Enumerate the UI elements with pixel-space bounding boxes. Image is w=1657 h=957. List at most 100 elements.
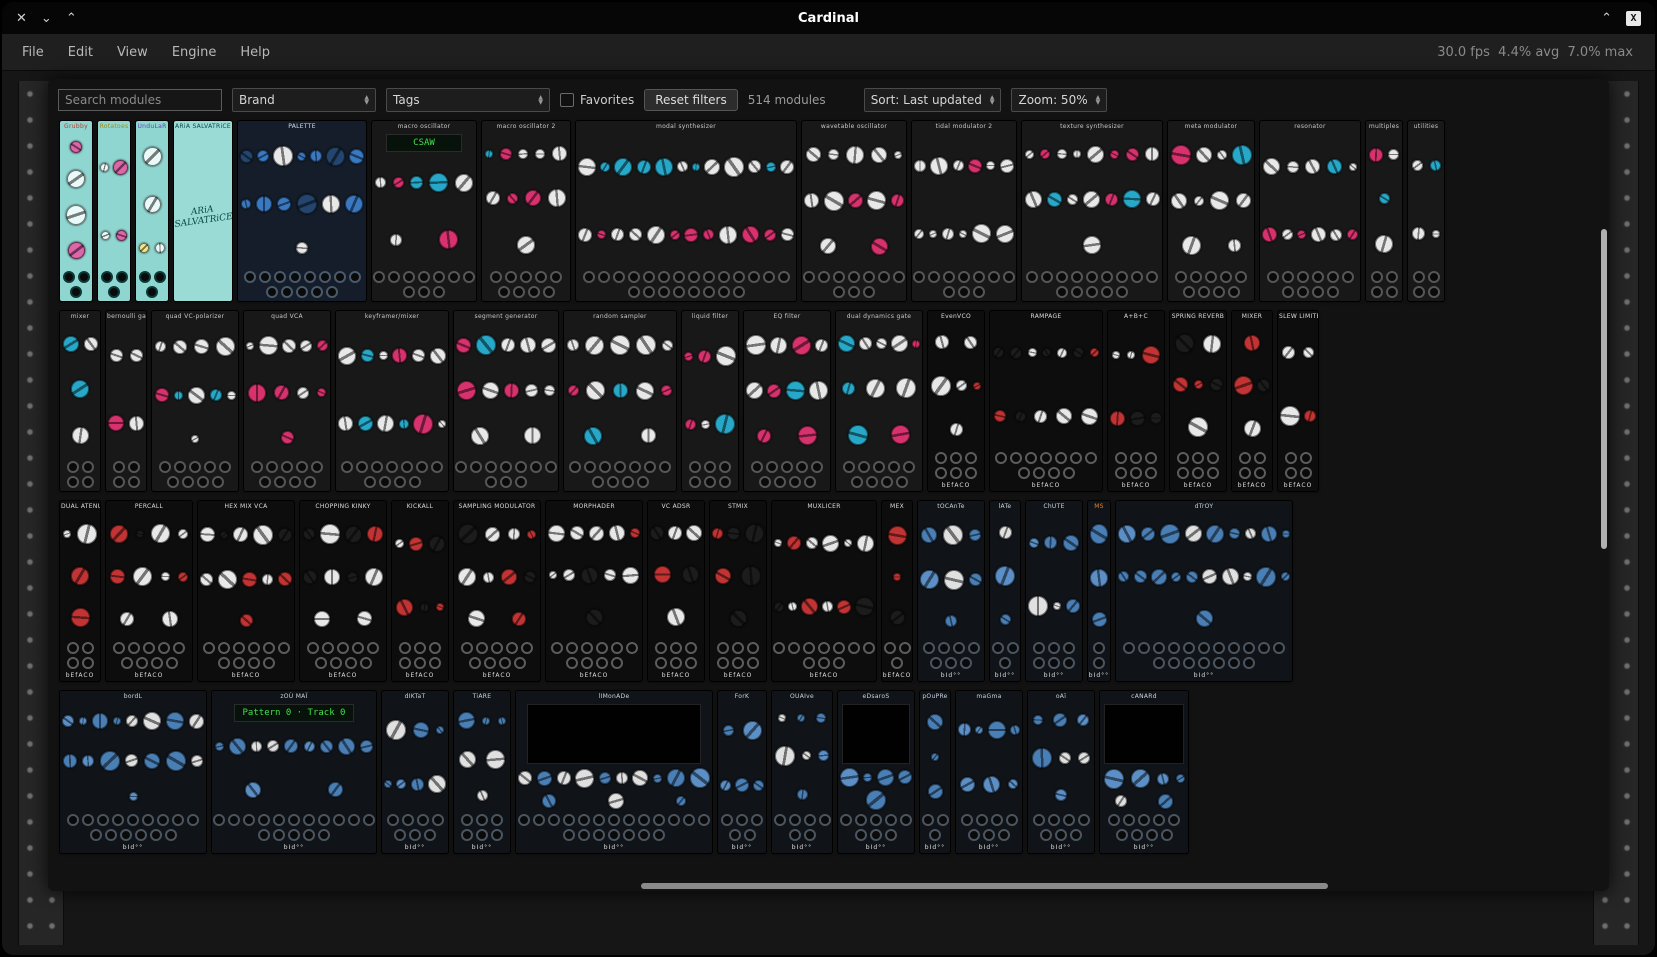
jack <box>364 476 376 488</box>
module-card[interactable]: quad VCA <box>244 311 330 491</box>
module-card[interactable]: bordLbId°° <box>60 691 206 853</box>
module-card[interactable]: liquid filter <box>682 311 738 491</box>
module-card[interactable]: EQ filter <box>744 311 830 491</box>
window-maximize-icon[interactable]: ⌃ <box>66 12 77 25</box>
knob <box>166 712 184 730</box>
sort-select[interactable]: Sort: Last updated ▲▼ <box>864 88 1002 112</box>
module-card[interactable]: ForKbId°° <box>718 691 766 853</box>
vertical-scrollbar[interactable] <box>1599 79 1609 891</box>
knob <box>629 228 642 241</box>
zoom-select[interactable]: Zoom: 50% ▲▼ <box>1011 88 1107 112</box>
module-card[interactable]: PERCALLbEfACO <box>106 501 192 681</box>
module-card[interactable]: PALETTE <box>238 121 366 301</box>
module-card[interactable]: dIKTaTbId°° <box>382 691 448 853</box>
module-card[interactable]: SAMPLING MODULATORbEfACO <box>454 501 540 681</box>
module-card[interactable]: eDsaroSbId°° <box>838 691 914 853</box>
module-card[interactable]: UnduLaR <box>136 121 168 301</box>
window-close-icon[interactable]: ✕ <box>16 12 27 25</box>
module-title: wavetable oscillator <box>802 121 906 131</box>
module-card[interactable]: resonator <box>1260 121 1360 301</box>
module-card[interactable]: MORPHADERbEfACO <box>546 501 642 681</box>
reset-filters-button[interactable]: Reset filters <box>644 89 738 111</box>
module-card[interactable]: tOCAnTebId°° <box>918 501 984 681</box>
horizontal-scrollbar[interactable] <box>48 881 1609 891</box>
knob <box>942 228 954 240</box>
module-card[interactable]: random sampler <box>564 311 676 491</box>
favorites-checkbox[interactable] <box>560 93 574 107</box>
module-card[interactable]: SLEW LIMITERbEfACO <box>1278 311 1318 491</box>
menu-help[interactable]: Help <box>228 39 282 66</box>
module-card[interactable]: MSbId°° <box>1088 501 1110 681</box>
module-card[interactable]: bernoulli gate <box>106 311 146 491</box>
module-card[interactable]: macro oscillatorCSAW <box>372 121 476 301</box>
knob-area <box>718 701 766 812</box>
window-minimize-icon[interactable]: ⌄ <box>41 12 52 25</box>
module-card[interactable]: segment generator <box>454 311 558 491</box>
knob <box>701 420 710 429</box>
module-card[interactable]: cANARdbId°° <box>1100 691 1188 853</box>
knob <box>71 608 90 627</box>
module-card[interactable]: CHOPPING KINKYbEfACO <box>300 501 386 681</box>
favorites-toggle[interactable]: Favorites <box>560 93 634 107</box>
window-shade-icon[interactable]: ⌃ <box>1601 12 1612 25</box>
module-card[interactable]: DUAL ATENUVERTERbEfACO <box>60 501 100 681</box>
module-card[interactable]: SPRING REVERBbEfACO <box>1170 311 1226 491</box>
jack <box>569 461 581 473</box>
module-card[interactable]: texture synthesizer <box>1022 121 1162 301</box>
module-card[interactable]: OUAIvebId°° <box>772 691 832 853</box>
module-card[interactable]: STMIXbEfACO <box>710 501 766 681</box>
jack <box>1108 814 1120 826</box>
module-card[interactable]: keyframer/mixer <box>336 311 448 491</box>
module-card[interactable]: multiples <box>1366 121 1402 301</box>
horizontal-scrollbar-thumb[interactable] <box>641 883 1328 889</box>
module-card[interactable]: wavetable oscillator <box>802 121 906 301</box>
module-card[interactable]: modal synthesizer <box>576 121 796 301</box>
module-card[interactable]: Grubby <box>60 121 92 301</box>
module-card[interactable]: maGmabId°° <box>956 691 1022 853</box>
module-card[interactable]: KICKALLbEfACO <box>392 501 448 681</box>
knob-area <box>802 131 906 269</box>
module-card[interactable]: ARiA SALVATRiCEARiA SALVATRiCE <box>174 121 232 301</box>
menu-engine[interactable]: Engine <box>160 39 229 66</box>
jack <box>1228 657 1240 669</box>
module-card[interactable]: Rotatoes <box>98 121 130 301</box>
module-title: OUAIve <box>772 691 832 701</box>
module-card[interactable]: quad VC-polarizer <box>152 311 238 491</box>
knob <box>322 195 340 213</box>
module-card[interactable]: EvenVCObEfACO <box>928 311 984 491</box>
module-card[interactable]: macro oscillator 2 <box>482 121 570 301</box>
vertical-scrollbar-thumb[interactable] <box>1601 229 1607 549</box>
module-card[interactable]: A+B+CbEfACO <box>1108 311 1164 491</box>
module-card[interactable]: dual dynamics gate <box>836 311 922 491</box>
module-card[interactable]: pOuPRebId°° <box>920 691 950 853</box>
module-card[interactable]: TiAREbId°° <box>454 691 510 853</box>
module-card[interactable]: MEXbEfACO <box>882 501 912 681</box>
jack <box>499 657 511 669</box>
search-input[interactable] <box>58 89 222 111</box>
module-screen <box>842 704 911 764</box>
module-card[interactable]: mixer <box>60 311 100 491</box>
brand-select[interactable]: Brand ▲▼ <box>232 88 376 112</box>
tags-select[interactable]: Tags ▲▼ <box>386 88 550 112</box>
menu-file[interactable]: File <box>10 39 56 66</box>
module-card[interactable]: MUXLICERbEfACO <box>772 501 876 681</box>
module-card[interactable]: HEX MIX VCAbEfACO <box>198 501 294 681</box>
jack <box>1168 642 1180 654</box>
module-card[interactable]: lATebId°° <box>990 501 1020 681</box>
module-card[interactable]: utilities <box>1408 121 1444 301</box>
module-card[interactable]: ChUTEbId°° <box>1026 501 1082 681</box>
module-card[interactable]: lIMonADebId°° <box>516 691 712 853</box>
module-card[interactable]: zOÙ MAÏPattern 0 · Track 0bId°° <box>212 691 376 853</box>
jack <box>1213 642 1225 654</box>
module-card[interactable]: oAïbId°° <box>1028 691 1094 853</box>
menu-edit[interactable]: Edit <box>56 39 105 66</box>
jack <box>995 452 1007 464</box>
module-card[interactable]: tidal modulator 2 <box>912 121 1016 301</box>
module-card[interactable]: dTrOYbId°° <box>1116 501 1292 681</box>
titlebar-right-controls: ⌃ X <box>1587 11 1655 26</box>
module-card[interactable]: VC ADSRbEfACO <box>648 501 704 681</box>
menu-view[interactable]: View <box>105 39 160 66</box>
module-card[interactable]: RAMPAGEbEfACO <box>990 311 1102 491</box>
module-card[interactable]: meta modulator <box>1168 121 1254 301</box>
module-card[interactable]: MIXERbEfACO <box>1232 311 1272 491</box>
